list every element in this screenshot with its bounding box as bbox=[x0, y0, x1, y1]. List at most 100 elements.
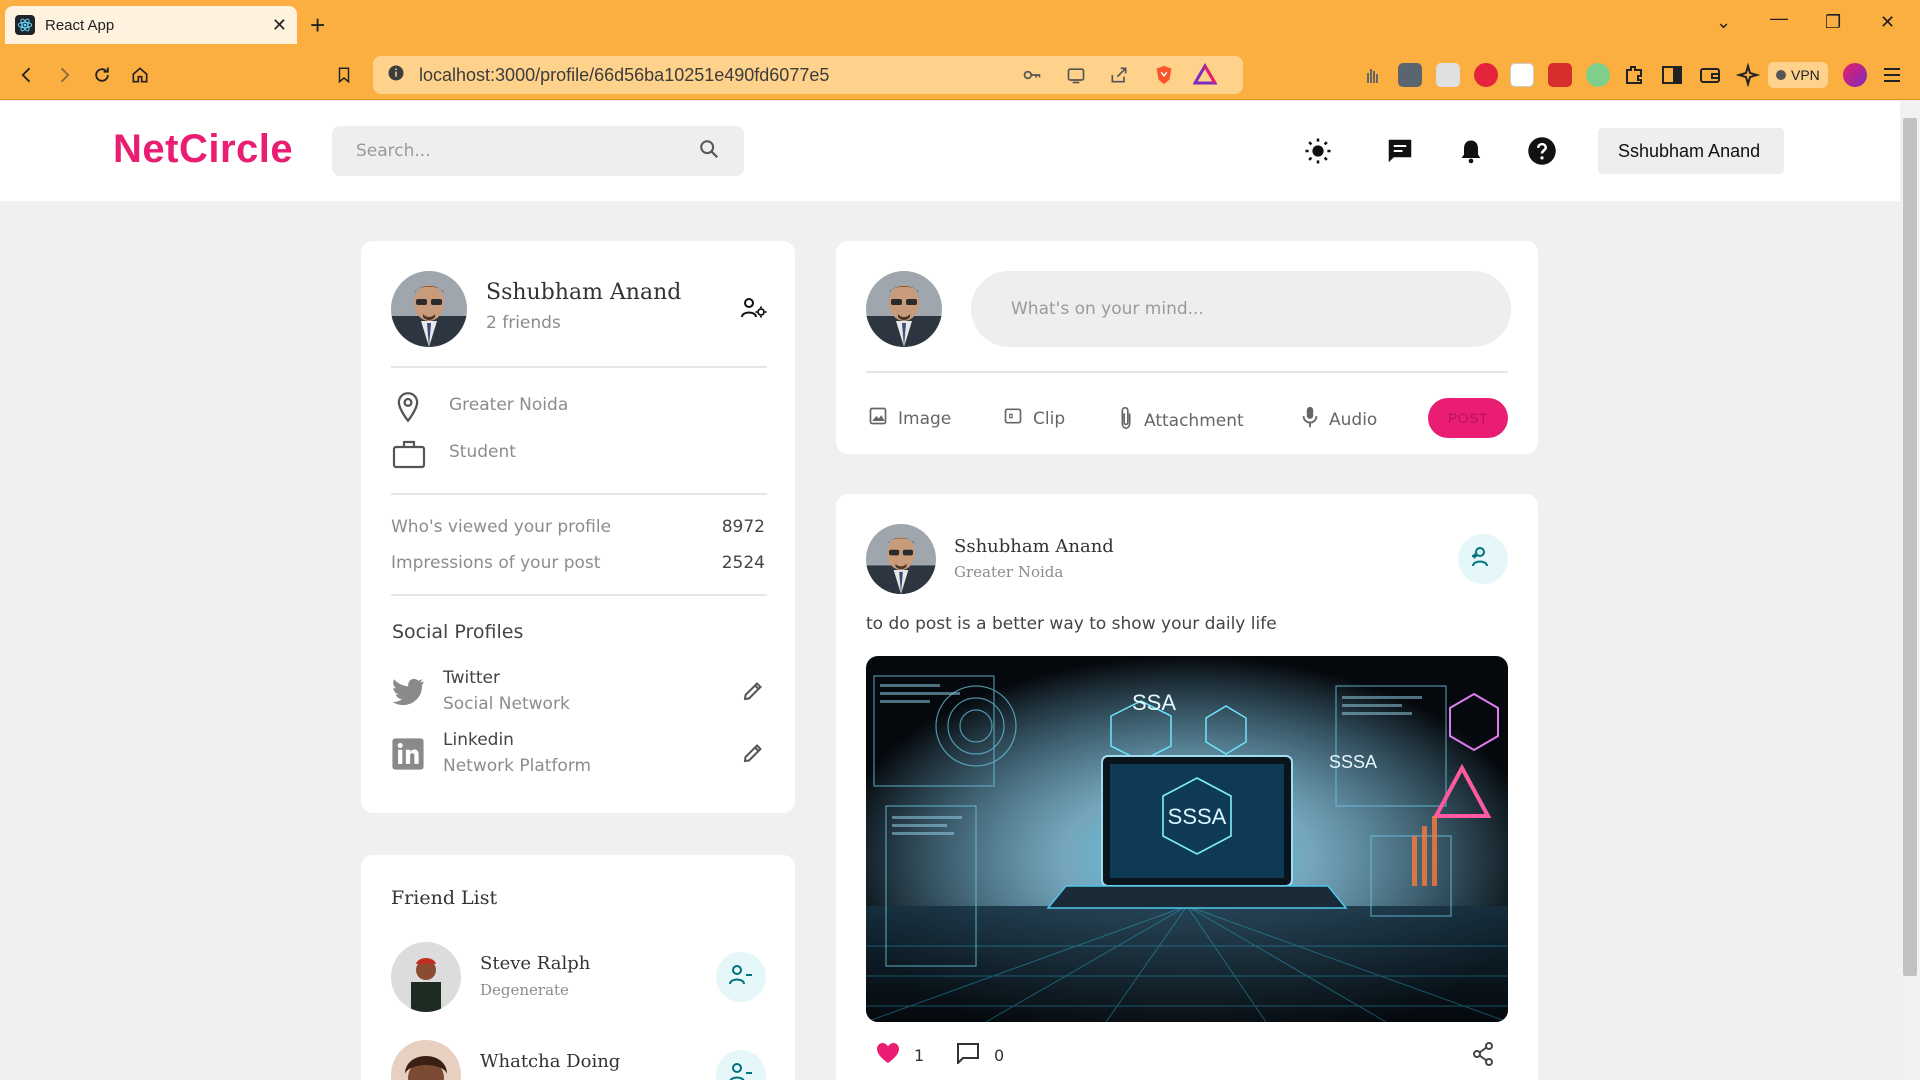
extension-stamp-icon[interactable] bbox=[1436, 63, 1460, 87]
clip-tool-button[interactable]: Clip bbox=[1003, 406, 1065, 431]
image-tool-button[interactable]: Image bbox=[868, 406, 951, 431]
edit-pencil-icon[interactable] bbox=[741, 741, 765, 769]
clip-tool-label: Clip bbox=[1033, 408, 1066, 429]
share-icon[interactable] bbox=[1472, 1042, 1494, 1070]
close-window-icon[interactable]: ✕ bbox=[1880, 12, 1895, 33]
stat-label: Impressions of your post bbox=[391, 553, 601, 573]
react-favicon-icon bbox=[15, 15, 35, 35]
leo-ai-icon[interactable] bbox=[1735, 62, 1761, 88]
add-friend-button[interactable] bbox=[1458, 534, 1508, 584]
app-logo[interactable]: NetCircle bbox=[113, 127, 293, 172]
post-image[interactable]: SSSA SSA SSSA bbox=[866, 656, 1508, 1022]
attachment-tool-label: Attachment bbox=[1144, 410, 1244, 431]
stat-value: 8972 bbox=[721, 517, 765, 537]
minimize-icon[interactable]: — bbox=[1770, 8, 1788, 29]
cast-icon[interactable] bbox=[1065, 65, 1087, 89]
user-menu-label: Sshubham Anand bbox=[1618, 140, 1761, 161]
post-text-input[interactable] bbox=[971, 271, 1511, 347]
tab-close-icon[interactable]: ✕ bbox=[272, 15, 287, 36]
comment-button[interactable]: 0 bbox=[956, 1042, 1004, 1068]
messages-icon[interactable] bbox=[1385, 136, 1415, 166]
linkedin-icon bbox=[391, 737, 425, 775]
reload-icon[interactable] bbox=[89, 62, 115, 88]
paperclip-icon bbox=[1118, 406, 1134, 435]
profile-divider bbox=[391, 493, 767, 495]
composer-divider bbox=[866, 371, 1508, 373]
theme-toggle-sun-icon[interactable] bbox=[1303, 136, 1333, 166]
friend-name[interactable]: Whatcha Doing bbox=[480, 1051, 620, 1072]
ublock-icon[interactable] bbox=[1474, 63, 1498, 87]
extension-puzzle-red-icon[interactable] bbox=[1548, 63, 1572, 87]
post-image-center-text: SSSA bbox=[1168, 804, 1227, 829]
home-icon[interactable] bbox=[127, 62, 153, 88]
audio-tool-label: Audio bbox=[1329, 409, 1378, 430]
brave-shield-icon[interactable] bbox=[1153, 63, 1175, 91]
location-pin-icon bbox=[394, 391, 422, 427]
stat-value: 2524 bbox=[721, 553, 765, 573]
browser-toolbar: localhost:3000/profile/66d56ba10251e490f… bbox=[0, 50, 1920, 100]
like-button[interactable]: 1 bbox=[876, 1042, 924, 1068]
profile-name: Sshubham Anand bbox=[486, 280, 682, 305]
friend-subtitle: Degenerate bbox=[480, 981, 569, 999]
vpn-button[interactable]: VPN bbox=[1768, 62, 1828, 88]
friend-avatar[interactable] bbox=[391, 1040, 461, 1080]
search-icon[interactable] bbox=[698, 138, 720, 164]
sidebar-toggle-icon[interactable] bbox=[1660, 63, 1684, 87]
url-bar[interactable]: localhost:3000/profile/66d56ba10251e490f… bbox=[373, 56, 1243, 94]
browser-menu-icon[interactable] bbox=[1880, 63, 1904, 87]
tab-search-chevron-icon[interactable]: ⌄ bbox=[1716, 12, 1731, 33]
tab-title: React App bbox=[45, 16, 115, 34]
help-icon[interactable] bbox=[1527, 136, 1557, 166]
composer-avatar bbox=[866, 271, 942, 347]
social-profiles-title: Social Profiles bbox=[392, 621, 524, 643]
notifications-bell-icon[interactable] bbox=[1456, 136, 1486, 166]
extension-screen-icon[interactable] bbox=[1398, 63, 1422, 87]
wallet-icon[interactable] bbox=[1698, 63, 1722, 87]
profile-avatar[interactable] bbox=[391, 271, 467, 347]
browser-tabbar: React App ✕ + ⌄ — ❐ ✕ bbox=[0, 0, 1920, 50]
post-card: Sshubham Anand Greater Noida to do post … bbox=[836, 494, 1538, 1080]
comment-icon bbox=[956, 1042, 980, 1068]
audio-tool-button[interactable]: Audio bbox=[1301, 406, 1377, 433]
extension-circle-icon[interactable] bbox=[1586, 63, 1610, 87]
post-text: to do post is a better way to show your … bbox=[866, 614, 1277, 634]
new-tab-icon[interactable]: + bbox=[310, 10, 325, 41]
forward-icon[interactable] bbox=[51, 62, 77, 88]
extension-hand-icon[interactable] bbox=[1360, 63, 1384, 87]
app-navbar: NetCircle Sshubham Anand bbox=[0, 101, 1900, 201]
site-info-icon[interactable] bbox=[387, 64, 405, 86]
post-image-right-text: SSSA bbox=[1329, 752, 1377, 772]
remove-friend-button[interactable] bbox=[716, 1050, 766, 1080]
post-image-top-text: SSA bbox=[1132, 690, 1176, 715]
attachment-tool-button[interactable]: Attachment bbox=[1118, 406, 1244, 435]
key-icon[interactable] bbox=[1021, 65, 1043, 89]
extension-b-icon[interactable] bbox=[1510, 63, 1534, 87]
extensions-icon[interactable] bbox=[1622, 63, 1646, 87]
briefcase-icon bbox=[392, 439, 426, 473]
user-menu-select[interactable]: Sshubham Anand bbox=[1598, 128, 1784, 174]
restore-icon[interactable]: ❐ bbox=[1825, 12, 1841, 33]
friend-list-card: Friend List Steve Ralph Degenerate Whatc… bbox=[361, 855, 795, 1080]
profile-avatar-icon[interactable] bbox=[1843, 63, 1867, 87]
post-button[interactable]: POST bbox=[1428, 398, 1508, 438]
edit-pencil-icon[interactable] bbox=[741, 679, 765, 707]
friend-name[interactable]: Steve Ralph bbox=[480, 953, 590, 974]
brave-rewards-icon[interactable] bbox=[1192, 63, 1218, 91]
post-author-name[interactable]: Sshubham Anand bbox=[954, 536, 1114, 557]
search-box bbox=[332, 126, 744, 176]
person-remove-icon bbox=[729, 964, 753, 990]
share-page-icon[interactable] bbox=[1108, 65, 1130, 89]
page-scrollbar-thumb[interactable] bbox=[1903, 118, 1917, 976]
image-tool-label: Image bbox=[898, 408, 952, 429]
back-icon[interactable] bbox=[14, 62, 40, 88]
search-input[interactable] bbox=[356, 141, 698, 161]
remove-friend-button[interactable] bbox=[716, 952, 766, 1002]
bookmark-icon[interactable] bbox=[331, 62, 357, 88]
microphone-icon bbox=[1301, 406, 1319, 433]
stat-label: Who's viewed your profile bbox=[391, 517, 612, 537]
profile-card: Sshubham Anand 2 friends Greater Noida S… bbox=[361, 241, 795, 813]
friend-avatar[interactable] bbox=[391, 942, 461, 1012]
browser-tab[interactable]: React App ✕ bbox=[5, 6, 297, 44]
manage-account-icon[interactable] bbox=[741, 297, 767, 323]
post-author-avatar[interactable] bbox=[866, 524, 936, 594]
